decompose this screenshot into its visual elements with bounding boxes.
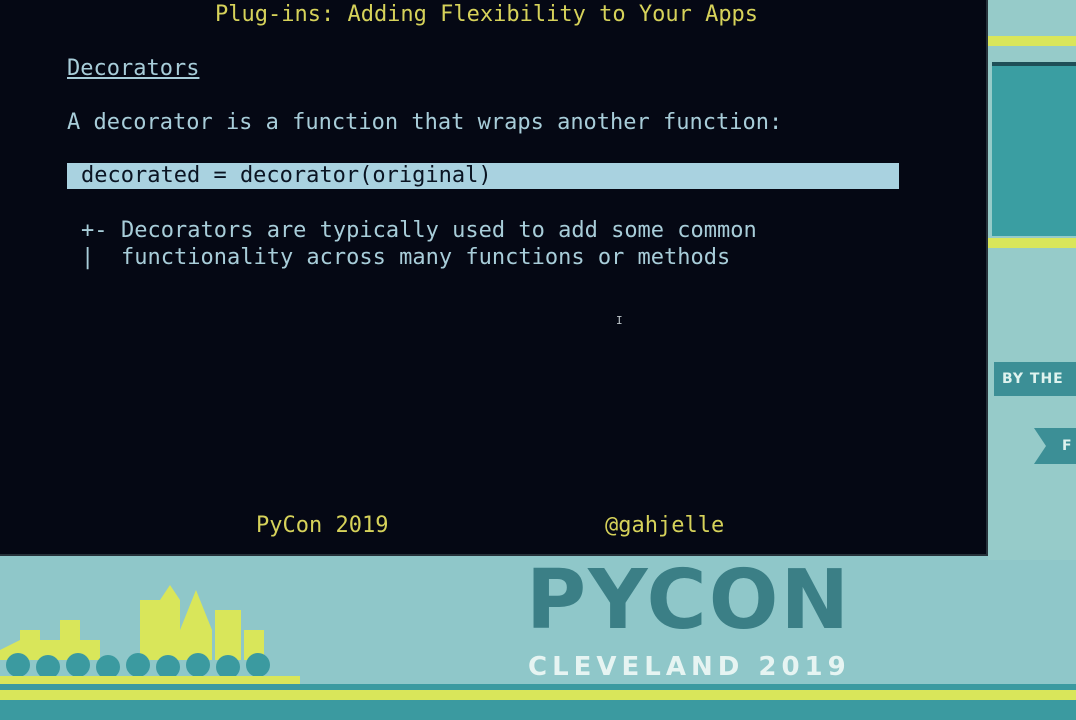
bullet-text-line: Decorators are typically used to add som…	[121, 218, 757, 243]
right-decor-panel	[988, 0, 1076, 560]
decor-banner: BY THE	[994, 362, 1076, 396]
decor-stripe	[988, 238, 1076, 248]
intro-text: A decorator is a function that wraps ano…	[67, 110, 783, 135]
ground-stripe	[0, 690, 1076, 700]
terminal-slide: Plug-ins: Adding Flexibility to Your App…	[0, 0, 988, 556]
pycon-subtitle: CLEVELAND 2019	[528, 652, 851, 682]
ground-band	[0, 684, 1076, 720]
pycon-wordmark: PYCON	[526, 553, 852, 648]
code-line: decorated = decorator(original)	[81, 163, 492, 188]
slide-title: Plug-ins: Adding Flexibility to Your App…	[215, 2, 759, 27]
footer-handle: @gahjelle	[605, 513, 725, 538]
section-heading: Decorators	[67, 56, 200, 81]
text-cursor-icon: I	[616, 314, 623, 327]
decor-window	[992, 62, 1076, 236]
decor-stripe	[988, 36, 1076, 46]
footer-event: PyCon 2019	[256, 513, 389, 538]
bullet-marker: +-	[81, 218, 108, 243]
tree-row	[6, 653, 270, 679]
bullet-text-line: functionality across many functions or m…	[121, 245, 731, 270]
bullet-pipe: |	[81, 245, 95, 270]
